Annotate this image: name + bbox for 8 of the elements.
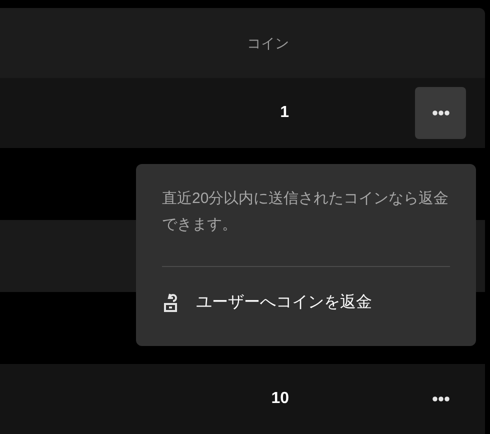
refund-note: 直近20分以内に送信されたコインなら返金できます。 — [162, 189, 450, 235]
column-header: コイン — [247, 34, 289, 52]
more-icon — [432, 110, 450, 116]
refund-menu-item[interactable]: ユーザーへコインを返金 — [162, 291, 372, 315]
more-button[interactable] — [415, 87, 466, 139]
coin-count: 10 — [271, 389, 289, 409]
more-icon — [432, 396, 450, 402]
coin-count: 1 — [280, 103, 289, 123]
